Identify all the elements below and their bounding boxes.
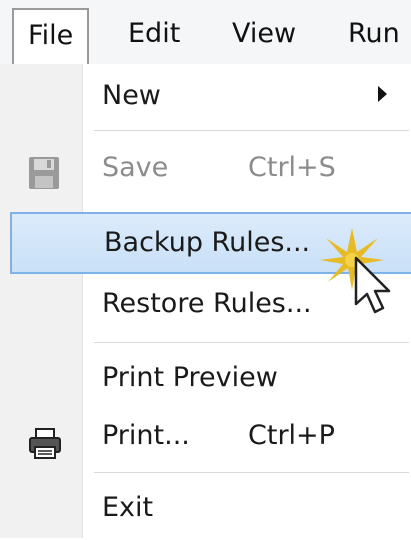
submenu-arrow-icon — [378, 86, 387, 102]
menu-item-new[interactable]: New — [8, 64, 409, 128]
menu-file-label: File — [28, 20, 74, 51]
menu-item-print-preview-label: Print Preview — [102, 362, 278, 393]
menu-item-print-preview[interactable]: Print Preview — [8, 346, 409, 410]
mouse-cursor — [318, 220, 410, 334]
menu-run-label: Run — [348, 18, 400, 49]
menu-run[interactable]: Run — [348, 8, 400, 60]
menu-item-exit-label: Exit — [102, 492, 154, 523]
menu-item-save-label: Save — [102, 152, 169, 183]
menu-item-new-label: New — [102, 80, 161, 111]
menu-edit[interactable]: Edit — [128, 8, 180, 60]
menu-separator — [94, 472, 409, 473]
menu-bar: File Edit View Run — [0, 0, 411, 66]
menu-edit-label: Edit — [128, 18, 181, 49]
menu-item-exit[interactable]: Exit — [8, 476, 409, 540]
menu-view[interactable]: View — [232, 8, 296, 60]
menu-view-label: View — [232, 18, 297, 49]
menu-item-backup-rules-label: Backup Rules... — [104, 227, 311, 258]
menu-item-print[interactable]: Print... Ctrl+P — [8, 404, 409, 468]
menu-item-save-shortcut: Ctrl+S — [248, 152, 336, 183]
floppy-disk-icon — [28, 150, 60, 214]
printer-icon — [28, 420, 62, 484]
menu-item-restore-rules-label: Restore Rules... — [102, 288, 312, 319]
menu-item-print-label: Print... — [102, 420, 190, 451]
menu-item-save[interactable]: Save Ctrl+S — [8, 136, 409, 200]
arrow-cursor-icon — [354, 256, 391, 314]
menu-item-print-shortcut: Ctrl+P — [248, 420, 335, 451]
menu-file[interactable]: File — [12, 8, 90, 66]
menu-separator — [94, 342, 409, 343]
menu-separator — [94, 130, 409, 131]
